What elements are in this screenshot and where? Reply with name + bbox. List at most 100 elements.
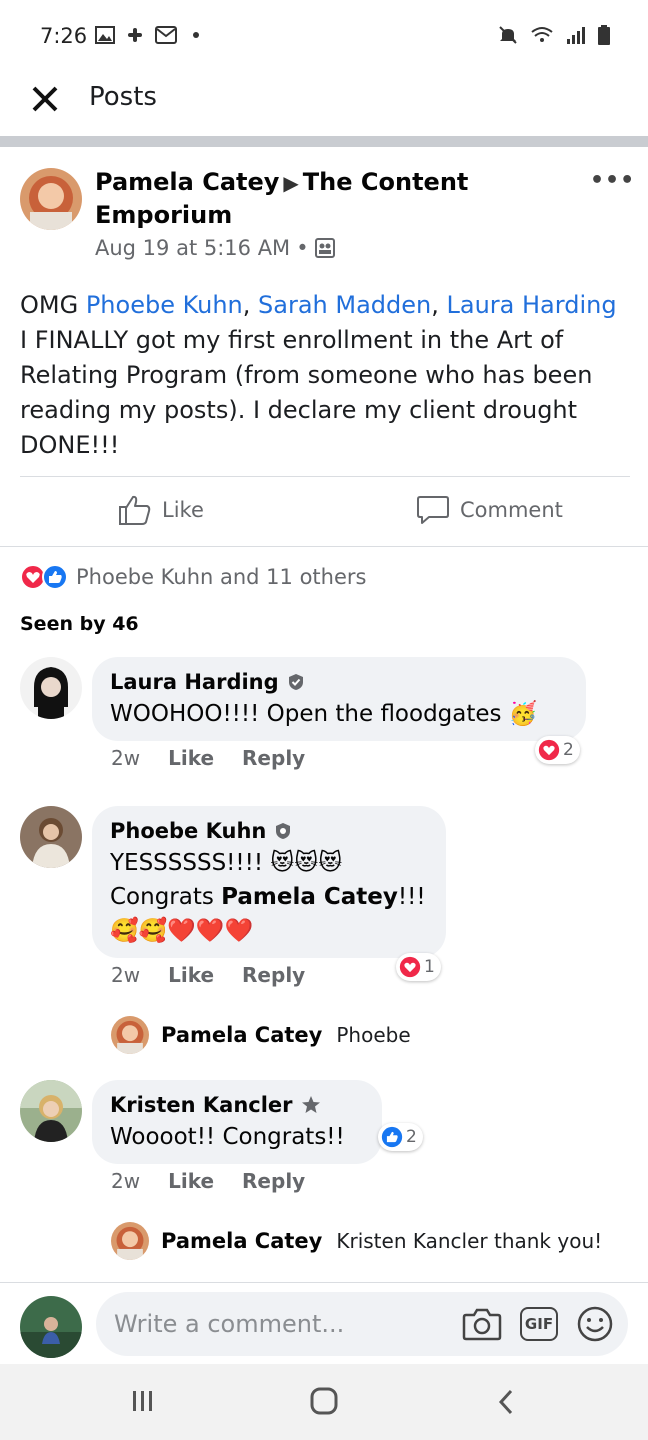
wifi-icon xyxy=(531,27,553,42)
mention-link[interactable]: Sarah Madden xyxy=(258,291,431,319)
reaction-badge[interactable]: 1 xyxy=(396,953,441,981)
gif-icon[interactable]: GIF xyxy=(520,1307,558,1341)
reply-author: Pamela Catey xyxy=(161,1229,323,1253)
avatar[interactable] xyxy=(20,806,82,868)
like-reaction-icon xyxy=(42,564,68,590)
top-bar: Posts xyxy=(0,72,648,136)
comment-time[interactable]: 2w xyxy=(111,746,140,770)
comment-author[interactable]: Kristen Kancler xyxy=(110,1090,293,1120)
post-body-text: I FINALLY got my first enrollment in the… xyxy=(20,326,593,459)
more-icon[interactable]: ••• xyxy=(590,168,635,193)
comment-input[interactable] xyxy=(114,1306,444,1342)
comment-composer[interactable]: GIF xyxy=(96,1292,628,1356)
home-icon[interactable] xyxy=(310,1387,338,1415)
gmail-icon xyxy=(155,26,177,44)
reply-text: Kristen Kancler thank you! xyxy=(336,1229,603,1253)
avatar[interactable] xyxy=(20,1080,82,1142)
comment-reply-button[interactable]: Reply xyxy=(242,963,305,987)
back-icon[interactable] xyxy=(496,1388,516,1416)
system-nav-bar xyxy=(0,1364,648,1440)
like-reaction-icon xyxy=(381,1126,403,1148)
avatar xyxy=(111,1016,149,1054)
status-bar: 7:26 xyxy=(0,0,648,72)
reaction-count: 2 xyxy=(563,740,574,760)
verified-badge-icon xyxy=(288,674,303,690)
comment-text: YESSSSSS!!!! xyxy=(110,850,271,876)
avatar xyxy=(111,1222,149,1260)
reactions-summary[interactable]: Phoebe Kuhn and 11 others xyxy=(20,564,366,590)
comment-like-button[interactable]: Like xyxy=(168,963,214,987)
star-badge-icon xyxy=(301,1096,320,1113)
post-timestamp[interactable]: Aug 19 at 5:16 AM xyxy=(95,236,290,260)
comment-actions: 2w Like Reply xyxy=(111,963,305,987)
post-body-prefix: OMG xyxy=(20,291,86,319)
mention-link[interactable]: Phoebe Kuhn xyxy=(86,291,243,319)
battery-icon xyxy=(598,25,610,45)
meta-dot: • xyxy=(296,236,309,260)
comment-author[interactable]: Phoebe Kuhn xyxy=(110,816,266,846)
divider xyxy=(0,1282,648,1283)
mention-separator: , xyxy=(431,291,447,319)
heart-eyes-cat-emoji: 😻😻😻 xyxy=(270,850,343,876)
reaction-badge[interactable]: 2 xyxy=(535,736,580,764)
signal-icon xyxy=(567,27,585,44)
comment-actions: 2w Like Reply xyxy=(111,746,305,770)
comment-reply-button[interactable]: Reply xyxy=(242,1169,305,1193)
author-avatar[interactable] xyxy=(20,168,82,230)
reply-text: Phoebe xyxy=(336,1023,411,1047)
close-icon[interactable] xyxy=(28,82,62,116)
comment-like-button[interactable]: Like xyxy=(168,746,214,770)
comment-reply-button[interactable]: Reply xyxy=(242,746,305,770)
notification-dot-icon xyxy=(193,32,199,38)
reaction-count: 1 xyxy=(424,957,435,977)
reply-author: Pamela Catey xyxy=(161,1023,323,1047)
reply-preview[interactable]: Pamela Catey Phoebe xyxy=(111,1016,411,1054)
comment-time[interactable]: 2w xyxy=(111,963,140,987)
comment-icon xyxy=(417,496,449,524)
post-body: OMG Phoebe Kuhn, Sarah Madden, Laura Har… xyxy=(20,288,630,463)
like-label: Like xyxy=(162,498,204,522)
recent-apps-icon[interactable] xyxy=(130,1388,156,1414)
image-icon xyxy=(95,26,115,44)
camera-icon[interactable] xyxy=(462,1306,502,1342)
comment-like-button[interactable]: Like xyxy=(168,1169,214,1193)
reaction-count: 2 xyxy=(406,1127,417,1147)
reaction-badge[interactable]: 2 xyxy=(378,1123,423,1151)
emoji-icon[interactable] xyxy=(576,1305,614,1343)
mute-icon xyxy=(499,26,517,44)
group-icon xyxy=(314,238,335,258)
love-reaction-icon xyxy=(538,739,560,761)
avatar xyxy=(20,1296,82,1358)
comment-text: Woooot!! Congrats!! xyxy=(110,1124,345,1150)
comment-author[interactable]: Laura Harding xyxy=(110,667,279,697)
arrow-right-icon: ▶ xyxy=(283,171,299,195)
reactions-text: Phoebe Kuhn and 11 others xyxy=(76,565,367,589)
page-title: Posts xyxy=(89,82,157,112)
avatar[interactable] xyxy=(20,657,82,719)
verified-badge-icon xyxy=(276,823,291,839)
status-time: 7:26 xyxy=(40,24,88,48)
slack-icon xyxy=(128,28,142,42)
comment-text: WOOHOO!!!! Open the floodgates xyxy=(110,701,502,727)
thumbs-up-icon xyxy=(119,495,151,525)
comment-bubble[interactable]: Kristen Kancler Woooot!! Congrats!! xyxy=(92,1080,382,1164)
reply-preview[interactable]: Pamela Catey Kristen Kancler thank you! xyxy=(111,1222,602,1260)
comment-actions: 2w Like Reply xyxy=(111,1169,305,1193)
like-button[interactable]: Like xyxy=(118,494,204,526)
post-meta: Aug 19 at 5:16 AM • xyxy=(95,236,335,260)
comment-button[interactable]: Comment xyxy=(416,494,563,526)
hearts-emoji: 🥰🥰❤️❤️❤️ xyxy=(110,918,254,944)
love-reaction-icon xyxy=(399,956,421,978)
comment-label: Comment xyxy=(460,498,563,522)
comment-bubble[interactable]: Laura Harding WOOHOO!!!! Open the floodg… xyxy=(92,657,586,741)
divider xyxy=(20,476,630,477)
author-name[interactable]: Pamela Catey xyxy=(95,168,279,196)
party-face-emoji: 🥳 xyxy=(508,701,538,727)
mention-bold[interactable]: Pamela Catey xyxy=(221,884,398,910)
post-author-line: Pamela Catey ▶ The Content Emporium xyxy=(95,166,565,231)
header-divider xyxy=(0,136,648,147)
mention-link[interactable]: Laura Harding xyxy=(447,291,617,319)
comment-time[interactable]: 2w xyxy=(111,1169,140,1193)
seen-by[interactable]: Seen by 46 xyxy=(20,613,139,635)
comment-bubble[interactable]: Phoebe Kuhn YESSSSSS!!!! 😻😻😻 Congrats Pa… xyxy=(92,806,446,958)
